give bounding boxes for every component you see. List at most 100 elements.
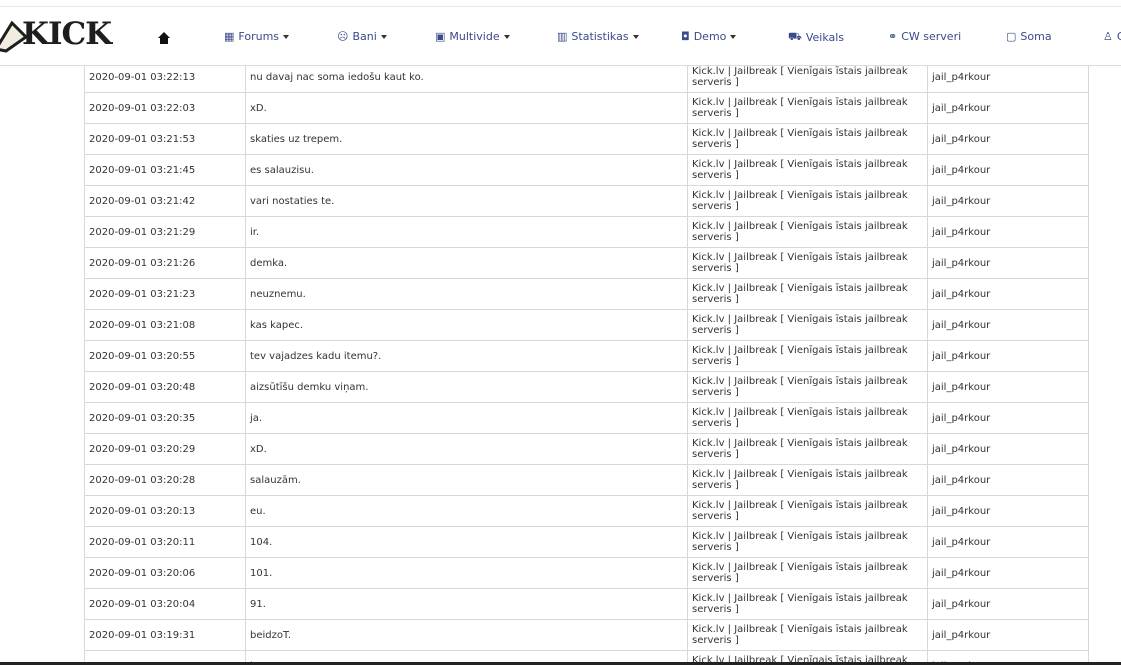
time-cell: 2020-09-01 03:20:55 — [84, 340, 246, 372]
table-row: 2020-09-01 03:21:29 ir. Kick.lv | Jailbrea… — [84, 216, 1089, 248]
time-cell: 2020-09-01 03:20:13 — [84, 495, 246, 527]
message-cell: xD. — [245, 92, 688, 124]
nick-cell: jail_p4rkour — [927, 92, 1089, 124]
nick-cell: jail_p4rkour — [927, 464, 1089, 496]
film-icon: ◘ — [681, 30, 690, 43]
message-cell: beidzoT. — [245, 619, 688, 651]
table-row: 2020-09-01 03:21:23 neuznemu. Kick.lv | Ja… — [84, 278, 1089, 310]
nav-item-label: G — [1117, 30, 1121, 43]
table-row: 2020-09-01 03:20:04 91. Kick.lv | Jailbrea… — [84, 588, 1089, 620]
handshake-icon: ⚭ — [888, 30, 898, 43]
time-cell: 2020-09-01 03:21:29 — [84, 216, 246, 248]
caret-down-icon — [380, 34, 387, 39]
nick-cell: jail_p4rkour — [927, 154, 1089, 186]
table-row: 2020-09-01 03:22:13 nu davaj nac soma ied… — [84, 65, 1089, 93]
user-icon: ♙ — [1103, 30, 1113, 43]
table-row: 2020-09-01 03:19:31 beidzoT. Kick.lv | Jai… — [84, 619, 1089, 651]
nick-cell: jail_p4rkour — [927, 495, 1089, 527]
message-cell: neuznemu. — [245, 278, 688, 310]
table-row: 2020-09-01 03:21:53 skaties uz trepem. Kic… — [84, 123, 1089, 155]
table-row: 2020-09-01 03:21:26 demka. Kick.lv | Jailb… — [84, 247, 1089, 279]
time-cell: 2020-09-01 03:21:08 — [84, 309, 246, 341]
nav-item-label: Bani — [352, 30, 377, 43]
chat-log-table: 2020-09-01 03:22:13 nu davaj nac soma ied… — [84, 65, 1089, 665]
time-cell: 2020-09-01 03:20:06 — [84, 557, 246, 589]
server-cell: Kick.lv | Jailbreak [ Vienīgais īstais j… — [687, 278, 928, 310]
server-cell: Kick.lv | Jailbreak [ Vienīgais īstais j… — [687, 371, 928, 403]
server-cell: Kick.lv | Jailbreak [ Vienīgais īstais j… — [687, 123, 928, 155]
nick-cell: jail_p4rkour — [927, 340, 1089, 372]
time-cell: 2020-09-01 03:20:11 — [84, 526, 246, 558]
message-cell: es salauzisu. — [245, 154, 688, 186]
table-row: 2020-09-01 03:20:06 101. Kick.lv | Jailbre… — [84, 557, 1089, 589]
time-cell: 2020-09-01 03:20:29 — [84, 433, 246, 465]
nav-item-bani[interactable]: ☹ Bani — [337, 30, 387, 43]
message-cell: salauzām. — [245, 464, 688, 496]
nav-item-label: CW serveri — [901, 30, 962, 43]
nav-item-label: Multivide — [449, 30, 500, 43]
caret-down-icon — [283, 34, 290, 39]
message-cell: eu. — [245, 495, 688, 527]
nav-item-demo[interactable]: ◘ Demo — [681, 30, 737, 43]
nick-cell: jail_p4rkour — [927, 402, 1089, 434]
table-row: 2020-09-01 03:20:11 104. Kick.lv | Jailbre… — [84, 526, 1089, 558]
nick-cell: jail_p4rkour — [927, 371, 1089, 403]
time-cell: 2020-09-01 03:20:35 — [84, 402, 246, 434]
nav-item-label: Statistikas — [571, 30, 629, 43]
time-cell: 2020-09-01 03:21:45 — [84, 154, 246, 186]
site-logo[interactable]: KICK — [0, 13, 118, 57]
server-cell: Kick.lv | Jailbreak [ Vienīgais īstais j… — [687, 619, 928, 651]
time-cell: 2020-09-01 03:22:03 — [84, 92, 246, 124]
sad-face-icon: ☹ — [337, 30, 349, 43]
nav-item-label: Soma — [1020, 30, 1052, 43]
time-cell: 2020-09-01 03:21:23 — [84, 278, 246, 310]
nick-cell: jail_p4rkour — [927, 278, 1089, 310]
nick-cell: jail_p4rkour — [927, 185, 1089, 217]
navbar: KICK ▦ Forums ☹ Bani ▣ Multivide ▥ Statistikas ◘… — [0, 7, 1121, 66]
bag-icon: ▢ — [1006, 30, 1017, 43]
nav-item-cw-serveri[interactable]: ⚭ CW serveri — [888, 30, 961, 43]
message-cell: vari nostaties te. — [245, 185, 688, 217]
server-cell: Kick.lv | Jailbreak [ Vienīgais īstais j… — [687, 526, 928, 558]
bar-chart-icon: ▥ — [557, 30, 568, 43]
server-cell: Kick.lv | Jailbreak [ Vienīgais īstais j… — [687, 216, 928, 248]
caret-down-icon — [503, 34, 510, 39]
nav-item-statistikas[interactable]: ▥ Statistikas — [557, 30, 639, 43]
image-icon: ▣ — [435, 30, 446, 43]
server-cell: Kick.lv | Jailbreak [ Vienīgais īstais j… — [687, 309, 928, 341]
time-cell: 2020-09-01 03:21:26 — [84, 247, 246, 279]
cart-icon: ⛟ — [788, 30, 802, 43]
message-cell: xD. — [245, 433, 688, 465]
server-cell: Kick.lv | Jailbreak [ Vienīgais īstais j… — [687, 185, 928, 217]
caret-down-icon — [632, 34, 639, 39]
nick-cell: jail_p4rkour — [927, 619, 1089, 651]
server-cell: Kick.lv | Jailbreak [ Vienīgais īstais j… — [687, 464, 928, 496]
table-row: 2020-09-01 03:20:35 ja. Kick.lv | Jailbrea… — [84, 402, 1089, 434]
nick-cell: jail_p4rkour — [927, 247, 1089, 279]
nick-cell: jail_p4rkour — [927, 216, 1089, 248]
nick-cell: jail_p4rkour — [927, 588, 1089, 620]
logo-text: KICK — [22, 16, 112, 52]
server-cell: Kick.lv | Jailbreak [ Vienīgais īstais j… — [687, 92, 928, 124]
time-cell: 2020-09-01 03:20:28 — [84, 464, 246, 496]
time-cell: 2020-09-01 03:22:13 — [84, 65, 246, 93]
top-border — [0, 0, 1121, 7]
nav-item-multivide[interactable]: ▣ Multivide — [435, 30, 510, 43]
caret-down-icon — [730, 34, 737, 39]
message-cell: ja. — [245, 402, 688, 434]
table-row: 2020-09-01 03:22:03 xD. Kick.lv | Jailbrea… — [84, 92, 1089, 124]
nav-item-forums[interactable]: ▦ Forums — [224, 30, 290, 43]
nav-item-soma[interactable]: ▢ Soma — [1006, 30, 1052, 43]
nav-item-g[interactable]: ♙G — [1103, 30, 1121, 43]
nick-cell: jail_p4rkour — [927, 526, 1089, 558]
nick-cell: jail_p4rkour — [927, 309, 1089, 341]
nav-item-veikals[interactable]: ⛟ Veikals — [788, 30, 844, 45]
message-cell: aizsūtīšu demku viņam. — [245, 371, 688, 403]
time-cell: 2020-09-01 03:20:48 — [84, 371, 246, 403]
home-icon[interactable] — [157, 31, 171, 45]
table-row: 2020-09-01 03:20:48 aizsūtīšu demku viņam… — [84, 371, 1089, 403]
message-cell: 101. — [245, 557, 688, 589]
message-cell: tev vajadzes kadu itemu?. — [245, 340, 688, 372]
time-cell: 2020-09-01 03:21:42 — [84, 185, 246, 217]
nick-cell: jail_p4rkour — [927, 65, 1089, 93]
